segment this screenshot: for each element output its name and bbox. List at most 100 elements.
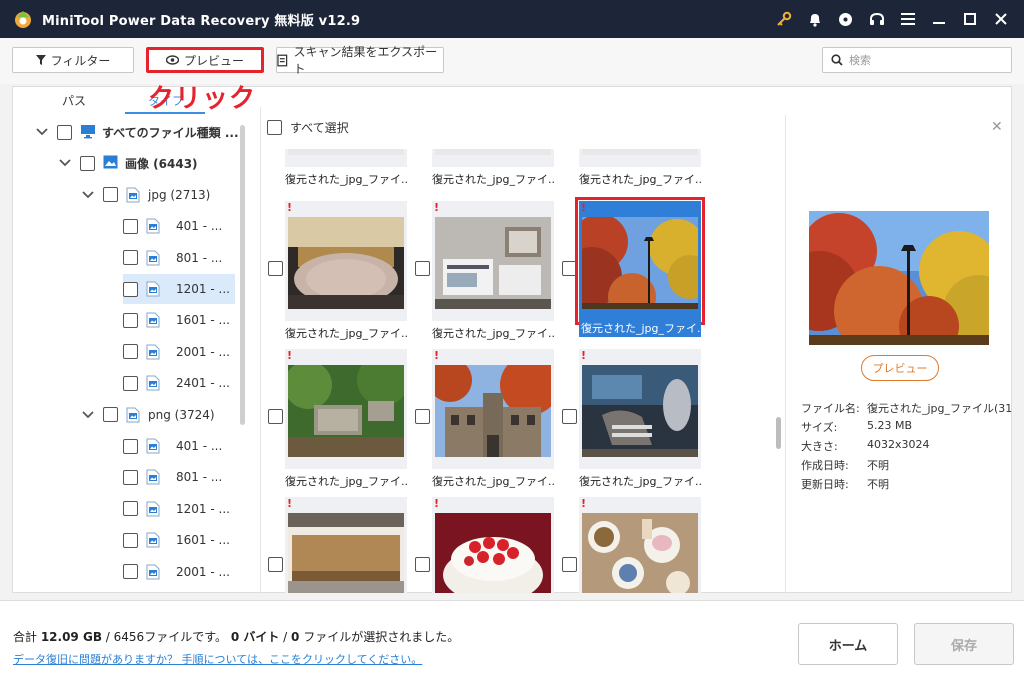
thumbnail-frame[interactable]: ! — [432, 349, 554, 469]
thumbnail-caption: 復元された_jpg_ファイ... — [432, 475, 554, 488]
thumbnail-checkbox[interactable] — [562, 261, 577, 276]
tree-node-checkbox[interactable] — [103, 187, 118, 203]
thumbnail-frame[interactable]: ! — [285, 497, 407, 593]
tree-node[interactable]: 1601 - ... — [13, 525, 243, 555]
preview-divider — [785, 115, 786, 593]
tree-node[interactable]: 401 - ... — [13, 211, 243, 241]
thumbnail-card[interactable]: ! 復元された_jpg_ファイ... — [415, 201, 562, 346]
thumbnail-card[interactable]: ! 復元された_jpg_ファイ... — [268, 149, 415, 192]
filter-button[interactable]: フィルター — [12, 47, 134, 73]
menu-icon[interactable] — [892, 0, 923, 38]
disc-icon[interactable] — [830, 0, 861, 38]
tree-node[interactable]: 401 - ... — [13, 431, 243, 461]
tree-scrollbar[interactable] — [240, 125, 245, 425]
thumbnail-caption: 復元された_jpg_ファイ... — [285, 173, 407, 186]
thumbnail-checkbox[interactable] — [268, 261, 283, 276]
thumbnail-card[interactable]: ! 復元された_jpg_ファイ... — [562, 149, 709, 192]
tree-node-checkbox[interactable] — [123, 469, 138, 485]
tree-node-checkbox[interactable] — [103, 407, 118, 423]
thumbnail-frame[interactable]: ! — [432, 201, 554, 321]
search-input[interactable] — [849, 53, 999, 67]
tree-node[interactable]: 801 - ... — [13, 243, 243, 273]
thumbnail-card[interactable]: ! — [415, 497, 562, 593]
tree-node[interactable]: 1601 - ... — [13, 305, 243, 335]
tree-node[interactable]: 2401 - ... — [13, 368, 243, 398]
thumbnail-frame[interactable]: ! — [579, 349, 701, 469]
tree-node-checkbox[interactable] — [123, 564, 138, 580]
file-icon — [126, 187, 142, 203]
tree-node[interactable]: 1201 - ... — [13, 274, 243, 304]
thumbnail-frame[interactable]: ! — [579, 149, 701, 167]
tab-path[interactable]: パス — [62, 92, 86, 109]
close-icon[interactable] — [985, 0, 1016, 38]
tree-node-checkbox[interactable] — [123, 312, 138, 328]
tree-node-label: 401 - ... — [176, 219, 223, 234]
tree-node-checkbox[interactable] — [123, 250, 138, 266]
tree-node[interactable]: 1201 - ... — [13, 494, 243, 524]
tree-node-label: 2001 - ... — [176, 564, 230, 579]
thumbnail-checkbox[interactable] — [268, 409, 283, 424]
save-button[interactable]: 保存 — [914, 623, 1014, 665]
thumbnail-checkbox[interactable] — [562, 557, 577, 572]
bell-icon[interactable] — [799, 0, 830, 38]
thumbnail-frame[interactable]: ! — [285, 201, 407, 321]
metadata-value: 4032x3024 — [867, 438, 930, 451]
thumbnail-frame[interactable]: ! — [575, 197, 705, 325]
tree-node[interactable]: 2001 - ... — [13, 557, 243, 587]
minimize-icon[interactable] — [923, 0, 954, 38]
tree-node[interactable]: すべてのファイル種類 ... — [13, 117, 243, 147]
preview-button[interactable]: プレビュー — [146, 47, 264, 73]
chevron-down-icon[interactable] — [58, 156, 72, 170]
thumbnail-checkbox[interactable] — [268, 557, 283, 572]
thumbnail-checkbox[interactable] — [415, 261, 430, 276]
thumbnail-card[interactable]: ! 復元された_jpg_ファイ... — [415, 349, 562, 494]
thumbnail-card[interactable]: ! — [562, 497, 709, 593]
thumbnail-checkbox[interactable] — [415, 409, 430, 424]
metadata-value: 不明 — [867, 478, 889, 491]
chevron-down-icon[interactable] — [81, 188, 95, 202]
thumbnail-card[interactable]: ! 復元された_jpg_ファイ... — [562, 197, 709, 346]
tree-node-checkbox[interactable] — [80, 155, 95, 171]
thumbnail-card[interactable]: ! 復元された_jpg_ファイ... — [415, 149, 562, 192]
tree-node-checkbox[interactable] — [123, 532, 138, 548]
key-icon[interactable] — [768, 0, 799, 38]
thumbnail-card[interactable]: ! 復元された_jpg_ファイ... — [268, 201, 415, 346]
tree-node[interactable]: 画像 (6443) — [13, 148, 243, 178]
select-all[interactable]: すべて選択 — [267, 119, 349, 136]
home-button[interactable]: ホーム — [798, 623, 898, 665]
tree-node[interactable]: jpg (2713) — [13, 180, 243, 210]
tree-node-checkbox[interactable] — [123, 218, 138, 234]
thumbnail-frame[interactable]: ! — [285, 349, 407, 469]
preview-pane-button[interactable]: プレビュー — [861, 355, 939, 381]
chevron-down-icon[interactable] — [81, 408, 95, 422]
chevron-down-icon[interactable] — [35, 125, 49, 139]
export-scan-button[interactable]: スキャン結果をエクスポート — [276, 45, 444, 76]
select-all-checkbox[interactable] — [267, 120, 282, 135]
thumbnail-caption: 復元された_jpg_ファイ... — [579, 321, 701, 337]
thumbnail-frame[interactable]: ! — [285, 149, 407, 167]
help-link[interactable]: データ復旧に問題がありますか？ 手順については、ここをクリックしてください。 — [13, 651, 422, 667]
tree-node[interactable]: 801 - ... — [13, 462, 243, 492]
maximize-icon[interactable] — [954, 0, 985, 38]
thumbnail-frame[interactable]: ! — [432, 497, 554, 593]
preview-close-icon[interactable]: ✕ — [991, 119, 1003, 135]
tree-node-checkbox[interactable] — [123, 281, 138, 297]
headset-icon[interactable] — [861, 0, 892, 38]
selected-size: 0 バイト — [230, 630, 280, 644]
tree-node-checkbox[interactable] — [123, 501, 138, 517]
thumbnail-frame[interactable]: ! — [432, 149, 554, 167]
thumbnail-card[interactable]: ! — [268, 497, 415, 593]
thumbnail-card[interactable]: ! 復元された_jpg_ファイ... — [268, 349, 415, 494]
tree-node-checkbox[interactable] — [123, 438, 138, 454]
thumbnail-frame[interactable]: ! — [579, 497, 701, 593]
tree-node-checkbox[interactable] — [123, 375, 138, 391]
thumbnail-checkbox[interactable] — [415, 557, 430, 572]
tree-node-checkbox[interactable] — [57, 124, 72, 140]
tree-node[interactable]: png (3724) — [13, 400, 243, 430]
thumbnail-card[interactable]: ! 復元された_jpg_ファイ... — [562, 349, 709, 494]
grid-scrollbar[interactable] — [776, 417, 781, 449]
tree-node[interactable]: 2001 - ... — [13, 337, 243, 367]
thumbnail-checkbox[interactable] — [562, 409, 577, 424]
search-box[interactable] — [822, 47, 1012, 73]
tree-node-checkbox[interactable] — [123, 344, 138, 360]
